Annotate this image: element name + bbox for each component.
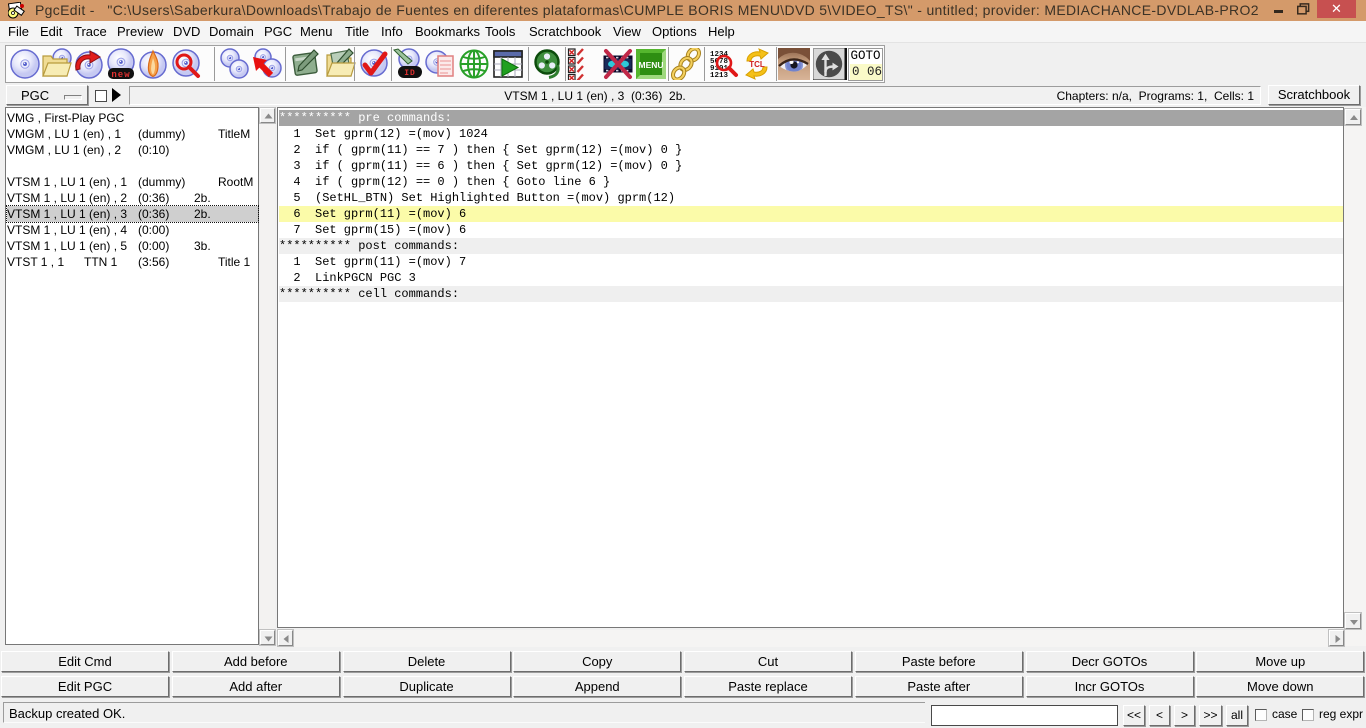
svg-text:1213: 1213	[710, 72, 729, 80]
svg-text:ID: ID	[404, 69, 416, 78]
svg-text:new: new	[111, 70, 130, 80]
svg-text:MENU: MENU	[638, 60, 663, 70]
svg-text:TCL: TCL	[749, 60, 765, 69]
